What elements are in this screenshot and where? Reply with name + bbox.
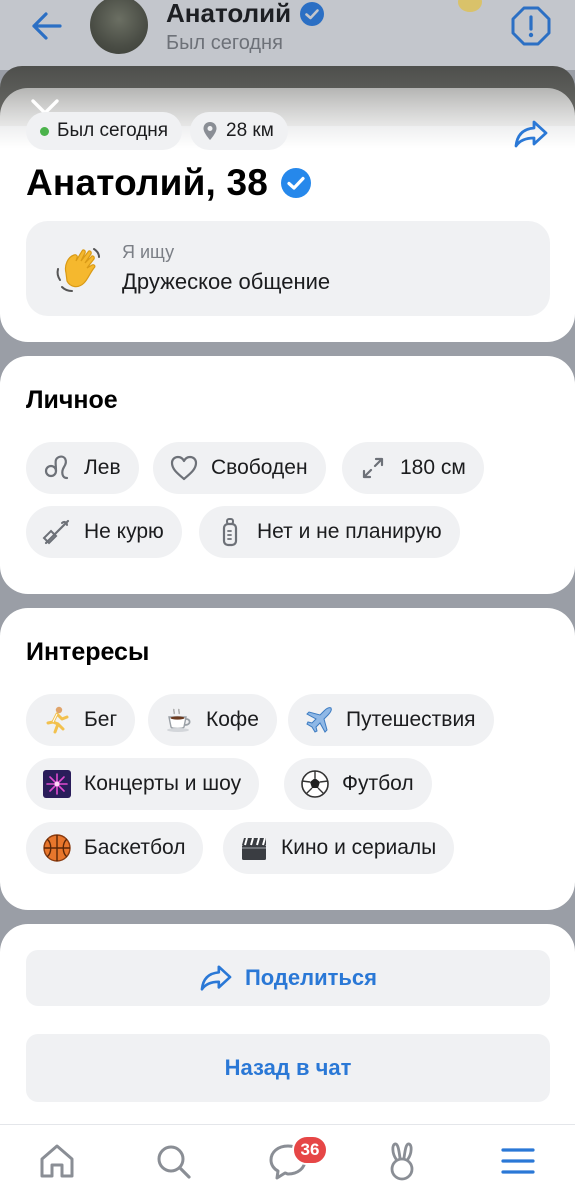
tag-label: Кино и сериалы	[281, 836, 437, 859]
airplane-icon	[304, 705, 334, 735]
personal-section-title: Личное	[26, 386, 118, 414]
personal-tag-children: Нет и не планирую	[199, 506, 460, 558]
leo-zodiac-icon	[42, 453, 72, 483]
personal-tag-relationship: Свободен	[153, 442, 326, 494]
menu-icon	[501, 1148, 535, 1174]
home-icon	[40, 1144, 74, 1178]
distance-text: 28 км	[226, 120, 274, 141]
online-status-chip: Был сегодня	[26, 112, 183, 150]
tag-label: Бег	[84, 708, 118, 731]
no-smoking-icon	[42, 517, 72, 547]
waving-hand-icon	[56, 248, 100, 292]
interest-tag-movies: Кино и сериалы	[223, 822, 455, 874]
personal-tag-smoking: Не курю	[26, 506, 182, 558]
soccer-ball-icon	[300, 769, 330, 799]
verified-icon	[281, 168, 312, 198]
distance-chip: 28 км	[190, 112, 288, 150]
basketball-icon	[42, 833, 72, 863]
nav-search[interactable]	[151, 1139, 195, 1183]
chat-header-name-row: Анатолий	[166, 0, 325, 29]
back-arrow-icon[interactable]	[26, 8, 66, 44]
avatar[interactable]	[90, 0, 148, 54]
report-icon[interactable]	[511, 6, 551, 46]
tag-label: Кофе	[206, 708, 259, 731]
messages-badge: 36	[292, 1135, 328, 1165]
tag-label: Не курю	[84, 520, 164, 543]
tag-label: Футбол	[342, 772, 414, 795]
share-button[interactable]: Поделиться	[26, 950, 550, 1006]
baby-bottle-icon	[215, 517, 245, 547]
nav-dating[interactable]	[380, 1139, 424, 1183]
back-to-chat-button[interactable]: Назад в чат	[26, 1034, 550, 1102]
interest-tag-travel: Путешествия	[288, 694, 494, 746]
profile-title-row: Анатолий, 38	[26, 162, 312, 204]
interest-tag-concerts: Концерты и шоу	[26, 758, 260, 810]
nav-menu[interactable]	[496, 1139, 540, 1183]
tag-label: Баскетбол	[84, 836, 186, 859]
back-to-chat-label: Назад в чат	[224, 1055, 352, 1080]
search-icon	[157, 1145, 191, 1179]
nav-home[interactable]	[35, 1139, 79, 1183]
share-icon[interactable]	[513, 118, 549, 150]
tag-label: Свободен	[211, 456, 308, 479]
interest-tag-basketball: Баскетбол	[26, 822, 204, 874]
location-pin-icon	[203, 122, 217, 140]
chat-header: Анатолий Был сегодня	[0, 0, 575, 70]
clapperboard-icon	[239, 833, 269, 863]
height-arrows-icon	[358, 453, 388, 483]
decoration-shape	[458, 0, 482, 12]
interest-tag-football: Футбол	[284, 758, 432, 810]
tag-label: 180 см	[400, 456, 466, 479]
tag-label: Путешествия	[346, 708, 476, 731]
looking-for-value: Дружеское общение	[122, 269, 331, 294]
looking-for-label: Я ищу	[122, 242, 175, 262]
fireworks-icon	[42, 769, 72, 799]
tag-label: Нет и не планирую	[257, 520, 442, 543]
interests-card: Интересы Бег Кофе Путешествия Концерты и…	[0, 608, 575, 910]
runner-icon	[42, 705, 72, 735]
coffee-icon	[164, 705, 194, 735]
personal-card: Личное Лев Свободен 180 см Не курю Нет и…	[0, 356, 575, 594]
chat-header-name: Анатолий	[166, 0, 292, 28]
looking-for-block: Я ищу Дружеское общение	[26, 221, 550, 316]
personal-tag-zodiac: Лев	[26, 442, 139, 494]
chat-header-status: Был сегодня	[166, 32, 283, 54]
tag-label: Лев	[84, 456, 121, 479]
bottom-nav: 36	[0, 1124, 575, 1200]
tag-label: Концерты и шоу	[84, 772, 242, 795]
bunny-icon	[390, 1142, 414, 1181]
profile-title: Анатолий, 38	[26, 162, 269, 203]
verified-icon	[300, 1, 325, 26]
interests-section-title: Интересы	[26, 638, 150, 666]
share-icon	[200, 965, 232, 991]
personal-tag-height: 180 см	[342, 442, 484, 494]
interest-tag-coffee: Кофе	[148, 694, 277, 746]
interest-tag-running: Бег	[26, 694, 136, 746]
online-status-text: Был сегодня	[57, 120, 169, 141]
actions-card: Поделиться Назад в чат	[0, 924, 575, 1124]
online-dot	[40, 126, 49, 136]
profile-card: Был сегодня 28 км Анатолий, 38 Я ищу Дру…	[0, 88, 575, 342]
share-button-label: Поделиться	[244, 965, 378, 990]
heart-outline-icon	[169, 453, 199, 483]
